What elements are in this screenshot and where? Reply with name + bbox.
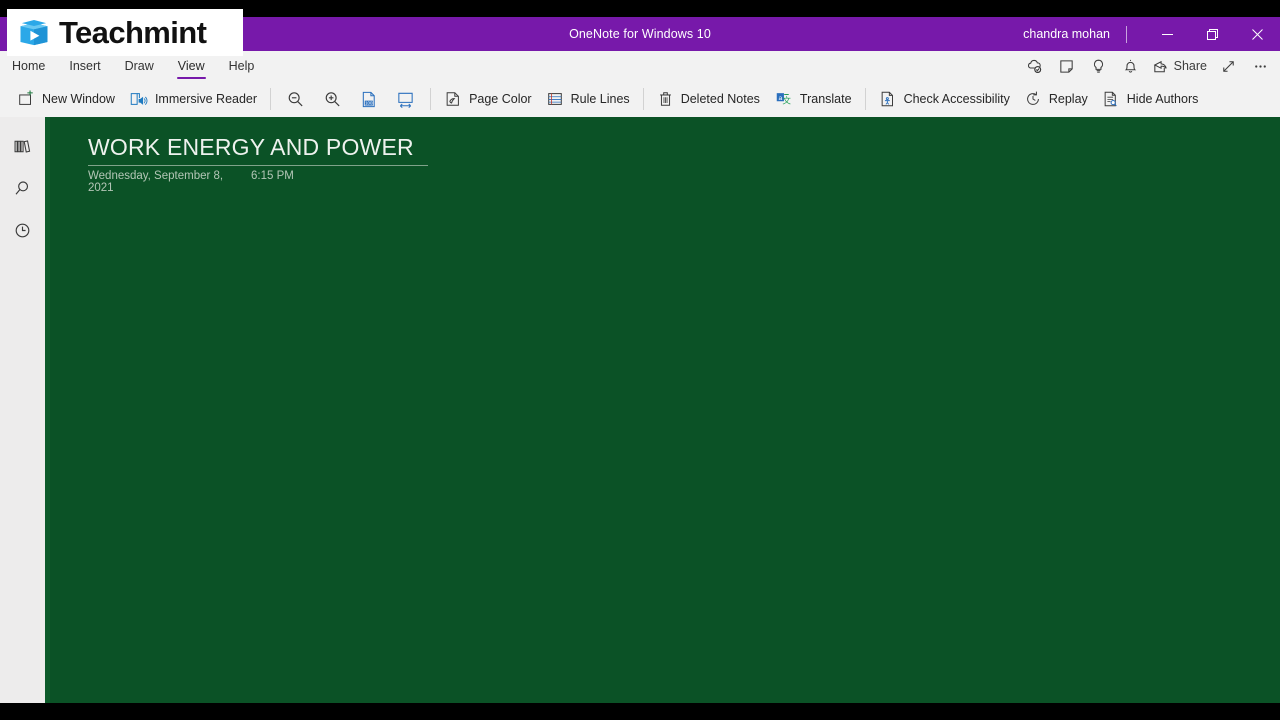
search-icon bbox=[15, 180, 29, 195]
check-accessibility-label: Check Accessibility bbox=[903, 92, 1010, 106]
close-icon bbox=[1252, 28, 1263, 40]
page-color-label: Page Color bbox=[469, 92, 532, 106]
fullscreen-button[interactable] bbox=[1212, 51, 1244, 81]
toolbar-divider-2 bbox=[430, 88, 432, 110]
svg-text:100: 100 bbox=[365, 100, 373, 105]
notifications-button[interactable] bbox=[1115, 51, 1147, 81]
page-width-icon bbox=[398, 92, 413, 108]
rule-lines-label: Rule Lines bbox=[570, 92, 630, 106]
open-book-play-icon bbox=[20, 19, 48, 45]
share-label: Share bbox=[1173, 59, 1207, 73]
replay-button[interactable]: Replay bbox=[1017, 84, 1095, 114]
zoom-100-icon: 100 bbox=[362, 91, 375, 107]
toolbar-divider-1 bbox=[270, 88, 272, 110]
zoom-in-button[interactable] bbox=[314, 84, 351, 114]
immersive-reader-label: Immersive Reader bbox=[154, 92, 258, 106]
page-title-underline bbox=[88, 165, 428, 166]
clock-icon bbox=[15, 223, 30, 237]
zoom-out-button[interactable] bbox=[277, 84, 314, 114]
note-page-canvas[interactable]: WORK ENERGY AND POWER Wednesday, Septemb… bbox=[45, 117, 1280, 703]
new-window-button[interactable]: New Window bbox=[10, 84, 122, 114]
page-color-icon bbox=[446, 92, 459, 106]
replay-label: Replay bbox=[1048, 92, 1088, 106]
expand-arrows-icon bbox=[1222, 60, 1234, 72]
zoom-100-button[interactable]: 100 bbox=[351, 84, 387, 114]
restore-icon bbox=[1207, 28, 1218, 40]
more-options-button[interactable] bbox=[1244, 51, 1276, 81]
restore-button[interactable] bbox=[1190, 17, 1235, 51]
translate-label: Translate bbox=[799, 92, 852, 106]
sticky-note-icon bbox=[1060, 59, 1073, 73]
accessibility-icon bbox=[881, 91, 893, 107]
titlebar-right-group: chandra mohan bbox=[1013, 17, 1280, 51]
rail-item-search[interactable] bbox=[0, 167, 45, 209]
teachmint-watermark: Teachmint bbox=[7, 9, 243, 56]
left-navigation-rail bbox=[0, 117, 45, 703]
minimize-button[interactable] bbox=[1145, 17, 1190, 51]
rail-item-recent[interactable] bbox=[0, 209, 45, 251]
cloud-sync-icon bbox=[1028, 59, 1042, 73]
quick-actions-group: Share bbox=[1019, 51, 1276, 81]
new-window-label: New Window bbox=[42, 92, 115, 106]
page-date[interactable]: Wednesday, September 8, 2021 bbox=[88, 170, 251, 194]
deleted-notes-label: Deleted Notes bbox=[680, 92, 760, 106]
rule-lines-button[interactable]: Rule Lines bbox=[539, 84, 637, 114]
canvas-left-edge bbox=[45, 117, 50, 703]
check-accessibility-button[interactable]: Check Accessibility bbox=[872, 84, 1017, 114]
notebooks-icon bbox=[14, 139, 31, 153]
page-timestamp: Wednesday, September 8, 2021 6:15 PM bbox=[88, 170, 294, 194]
teachmint-brand-text: Teachmint bbox=[59, 15, 207, 50]
toolbar-divider-4 bbox=[864, 88, 866, 110]
minimize-icon bbox=[1162, 33, 1173, 35]
bottom-letterbox bbox=[0, 703, 1280, 720]
translate-icon: a 文 bbox=[776, 93, 791, 106]
sync-status-button[interactable] bbox=[1019, 51, 1051, 81]
immersive-reader-button[interactable]: Immersive Reader bbox=[122, 84, 264, 114]
hide-authors-button[interactable]: Hide Authors bbox=[1095, 84, 1206, 114]
share-icon bbox=[1153, 60, 1167, 72]
translate-button[interactable]: a 文 Translate bbox=[767, 84, 859, 114]
share-button[interactable]: Share bbox=[1147, 51, 1212, 81]
immersive-reader-icon bbox=[130, 93, 148, 105]
hide-authors-icon bbox=[1104, 91, 1117, 107]
hide-authors-label: Hide Authors bbox=[1126, 92, 1199, 106]
page-time[interactable]: 6:15 PM bbox=[251, 170, 294, 194]
page-width-button[interactable] bbox=[387, 84, 424, 114]
new-window-icon bbox=[19, 90, 33, 105]
deleted-notes-button[interactable]: Deleted Notes bbox=[650, 84, 767, 114]
titlebar-divider bbox=[1126, 25, 1127, 43]
tell-me-button[interactable] bbox=[1083, 51, 1115, 81]
rail-item-notebooks[interactable] bbox=[0, 125, 45, 167]
sticky-note-button[interactable] bbox=[1051, 51, 1083, 81]
rule-lines-icon bbox=[547, 93, 562, 105]
view-ribbon-toolbar: New Window Immersive Reader 100 Page Col… bbox=[0, 81, 1280, 117]
app-root: OneNote for Windows 10 chandra mohan Hom… bbox=[0, 0, 1280, 720]
trash-icon bbox=[659, 92, 671, 106]
svg-text:文: 文 bbox=[782, 95, 791, 106]
zoom-in-icon bbox=[325, 91, 340, 106]
zoom-out-icon bbox=[288, 91, 303, 106]
close-button[interactable] bbox=[1235, 17, 1280, 51]
toolbar-divider-3 bbox=[642, 88, 644, 110]
ellipsis-icon bbox=[1254, 64, 1266, 68]
lightbulb-icon bbox=[1094, 59, 1104, 73]
bell-icon bbox=[1124, 59, 1137, 73]
page-color-button[interactable]: Page Color bbox=[437, 84, 539, 114]
page-title[interactable]: WORK ENERGY AND POWER bbox=[88, 134, 433, 161]
replay-clock-icon bbox=[1026, 91, 1039, 105]
account-name[interactable]: chandra mohan bbox=[1013, 27, 1124, 41]
